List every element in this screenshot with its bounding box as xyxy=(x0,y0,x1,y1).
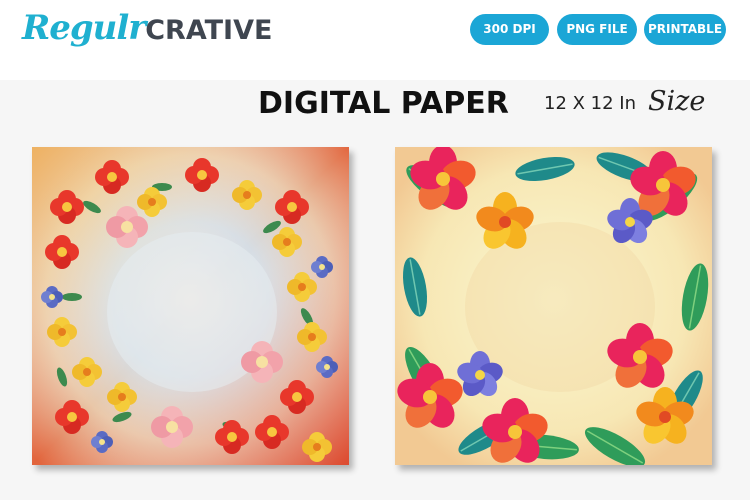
watercolor-floral-image xyxy=(32,147,349,465)
size-label: 12 X 12 In xyxy=(544,93,637,114)
brand-logo[interactable]: RegulrCRATIVE xyxy=(22,8,272,52)
header-bar: RegulrCRATIVE 300 DPI PNG FILE PRINTABLE xyxy=(0,0,750,80)
tropical-hibiscus-image xyxy=(395,147,712,465)
size-script-word: Size xyxy=(648,86,706,117)
badge-300-dpi[interactable]: 300 DPI xyxy=(470,14,549,45)
page-title: DIGITAL PAPER xyxy=(258,86,509,121)
preview-watercolor-floral[interactable] xyxy=(32,147,349,465)
brand-logo-script: Regulr xyxy=(22,8,146,48)
badge-png-file[interactable]: PNG FILE xyxy=(557,14,637,45)
brand-logo-block: CRATIVE xyxy=(145,15,273,46)
preview-tropical-hibiscus[interactable] xyxy=(395,147,712,465)
badge-printable[interactable]: PRINTABLE xyxy=(644,14,726,45)
